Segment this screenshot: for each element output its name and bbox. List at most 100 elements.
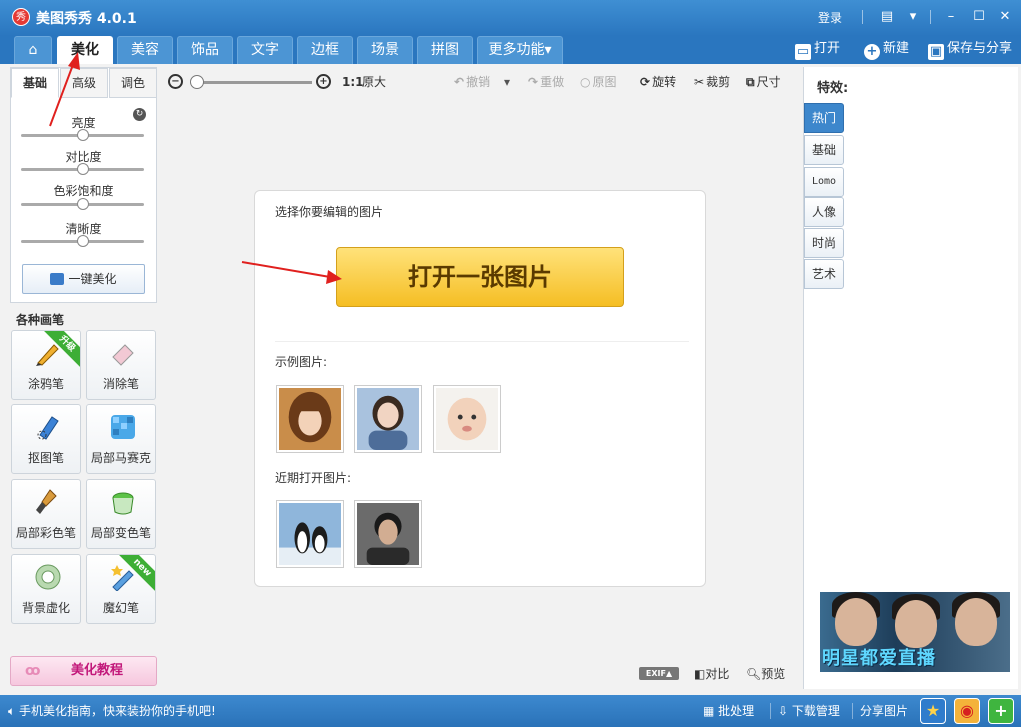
compare-button[interactable]: ◧对比 [694, 665, 729, 682]
undo-button[interactable]: ↶ 撤销 [454, 74, 490, 90]
folder-icon: ▭ [795, 44, 811, 60]
subtab-advanced[interactable]: 高级 [60, 68, 108, 98]
open-image-button[interactable]: 打开一张图片 [336, 247, 624, 307]
zoom-slider[interactable] [190, 75, 312, 89]
batch-button[interactable]: ▦ 批处理 [703, 703, 754, 719]
tab-accessories[interactable]: 饰品 [177, 36, 233, 64]
preview-button[interactable]: 🔍︎预览 [746, 665, 785, 682]
example-photo-girl [279, 388, 341, 450]
select-image-prompt: 选择你要编辑的图片 [275, 205, 384, 219]
plus-app-icon[interactable]: + [988, 698, 1014, 724]
phone-guide-link[interactable]: 🔈︎ 手机美化指南，快来装扮你的手机吧! [8, 703, 216, 719]
status-separator [852, 703, 853, 719]
tab-home[interactable]: ⌂ [14, 36, 52, 64]
pen-local-recolor[interactable]: 局部变色笔 [86, 479, 156, 549]
pen-cutout[interactable]: 抠图笔 [11, 404, 81, 474]
crop-button[interactable]: ✂ 裁剪 [694, 74, 730, 90]
effects-tab-lomo[interactable]: Lomo [804, 167, 844, 197]
zoom-out-icon[interactable]: − [168, 74, 183, 89]
message-icon[interactable]: ▤ [878, 8, 896, 26]
live-stream-ad-banner[interactable]: 明星都爱直播 [820, 592, 1010, 672]
rotate-button[interactable]: ⟳ 旋转 [640, 74, 676, 90]
pens-title: 各种画笔 [16, 313, 65, 327]
pen-label: 局部马赛克 [90, 451, 151, 465]
recent-thumbnail[interactable] [354, 500, 422, 568]
pen-label: 局部变色笔 [90, 526, 151, 540]
mosaic-icon [111, 415, 135, 439]
redo-label: 重做 [540, 75, 565, 89]
new-button[interactable]: + 新建 [864, 38, 909, 60]
sharpness-slider[interactable] [21, 235, 144, 247]
undo-label: 撤销 [466, 75, 491, 89]
effects-tab-art[interactable]: 艺术 [804, 259, 844, 289]
undo-icon: ↶ [454, 75, 465, 89]
save-share-button[interactable]: ▣ 保存与分享 [928, 38, 1012, 60]
example-thumbnail[interactable] [276, 385, 344, 453]
home-icon: ⌂ [28, 42, 38, 58]
crop-label: 裁剪 [706, 75, 731, 89]
rotate-label: 旋转 [652, 75, 677, 89]
slider-knob[interactable] [77, 163, 89, 175]
tab-collage[interactable]: 拼图 [417, 36, 473, 64]
pen-label: 消除笔 [102, 377, 139, 391]
menu-dropdown-icon[interactable]: ▾ [904, 8, 922, 26]
zoom-in-icon[interactable]: + [316, 74, 331, 89]
tab-more-features[interactable]: 更多功能▾ [477, 36, 563, 64]
download-manager-button[interactable]: ⇩ 下载管理 [778, 703, 840, 719]
subtab-color[interactable]: 调色 [109, 68, 157, 98]
effects-tab-fashion[interactable]: 时尚 [804, 228, 844, 258]
star-icon[interactable]: ★ [920, 698, 946, 724]
effects-tab-basic[interactable]: 基础 [804, 135, 844, 165]
original-size-button[interactable]: 原大 [362, 74, 386, 90]
minimize-icon[interactable]: – [942, 8, 960, 26]
tab-beauty[interactable]: 美容 [117, 36, 173, 64]
original-label: 原图 [592, 75, 617, 89]
login-link[interactable]: 登录 [818, 9, 842, 26]
tab-scene[interactable]: 场景 [357, 36, 413, 64]
maximize-icon[interactable]: ☐ [970, 8, 988, 26]
original-image-button[interactable]: ○ 原图 [580, 74, 617, 90]
pen-eraser[interactable]: 消除笔 [86, 330, 156, 400]
example-thumbnail[interactable] [354, 385, 422, 453]
redo-button[interactable]: ↷ 重做 [528, 74, 564, 90]
save-share-label: 保存与分享 [947, 41, 1013, 56]
tab-text[interactable]: 文字 [237, 36, 293, 64]
pen-magic[interactable]: new 魔幻笔 [86, 554, 156, 624]
pen-background-blur[interactable]: 背景虚化 [11, 554, 81, 624]
subtab-basic[interactable]: 基础 [11, 68, 59, 98]
zoom-ratio-button[interactable]: 1:1 [342, 74, 364, 90]
one-click-beautify-button[interactable]: 一键美化 [22, 264, 145, 294]
saturation-slider[interactable] [21, 198, 144, 210]
effects-tab-portrait[interactable]: 人像 [804, 197, 844, 227]
resize-button[interactable]: ⧉ 尺寸 [746, 74, 781, 90]
slider-knob[interactable] [77, 129, 89, 141]
examples-label: 示例图片: [275, 355, 328, 369]
ad-person-face [895, 600, 937, 648]
pen-local-color[interactable]: 局部彩色笔 [11, 479, 81, 549]
example-thumbnail[interactable] [433, 385, 501, 453]
tab-beautify[interactable]: 美化 [57, 36, 113, 64]
app-logo: 秀 [12, 8, 30, 26]
pen-graffiti[interactable]: 升级 涂鸦笔 [11, 330, 81, 400]
zoom-slider-knob[interactable] [190, 75, 204, 89]
recent-photo-penguins [279, 503, 341, 565]
open-button[interactable]: ▭ 打开 [795, 38, 840, 60]
effects-tab-hot[interactable]: 热门 [804, 103, 844, 133]
ad-person-face [835, 598, 877, 646]
undo-dropdown-icon[interactable]: ▾ [504, 74, 510, 90]
close-icon[interactable]: ✕ [996, 8, 1014, 26]
pen-label: 局部彩色笔 [15, 526, 76, 540]
one-click-label: 一键美化 [68, 272, 117, 286]
beautify-tutorial-button[interactable]: ꝏ 美化教程 [10, 656, 157, 686]
tab-frame[interactable]: 边框 [297, 36, 353, 64]
weibo-icon[interactable]: ◉ [954, 698, 980, 724]
share-image-button[interactable]: 分享图片 [860, 703, 908, 719]
status-message: 手机美化指南，快来装扮你的手机吧! [19, 704, 216, 718]
contrast-slider[interactable] [21, 163, 144, 175]
slider-knob[interactable] [77, 198, 89, 210]
slider-knob[interactable] [77, 235, 89, 247]
pen-mosaic[interactable]: 局部马赛克 [86, 404, 156, 474]
recent-thumbnail[interactable] [276, 500, 344, 568]
exif-button[interactable]: EXIF▲ [639, 667, 679, 680]
brightness-slider[interactable] [21, 129, 144, 141]
